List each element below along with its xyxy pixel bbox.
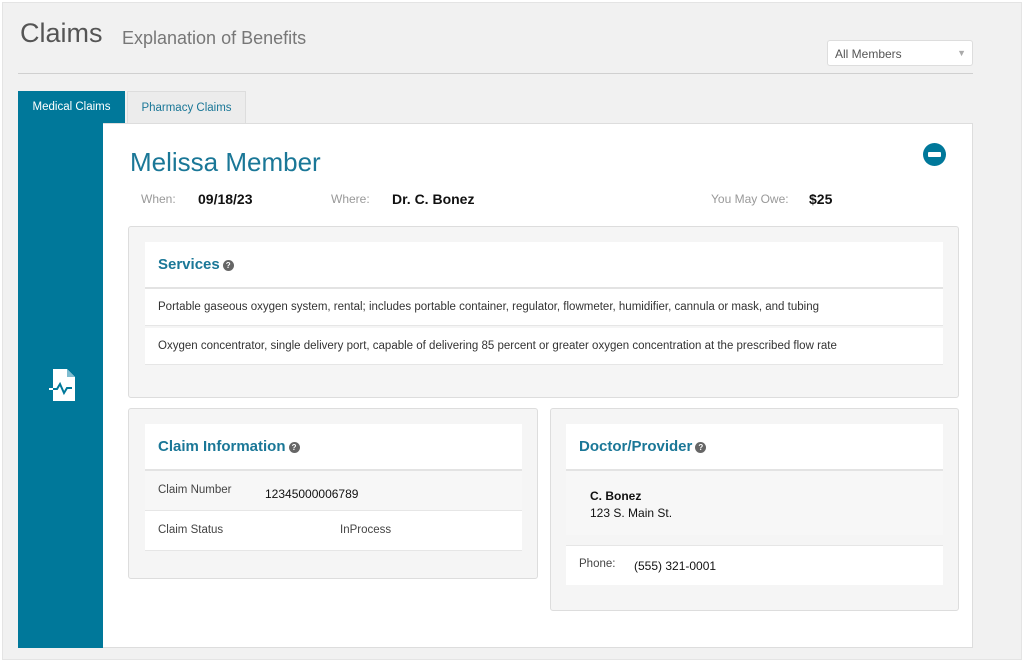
provider-address: C. Bonez 123 S. Main St. bbox=[566, 471, 943, 535]
page-subtitle: Explanation of Benefits bbox=[122, 28, 307, 48]
provider-phone-row: Phone: (555) 321-0001 bbox=[566, 545, 943, 585]
claim-number-row: Claim Number 12345000006789 bbox=[145, 471, 522, 511]
claim-number-value: 12345000006789 bbox=[265, 487, 359, 501]
provider-name: C. Bonez bbox=[590, 489, 642, 503]
claim-sidebar bbox=[18, 123, 103, 648]
owe-value: $25 bbox=[809, 191, 833, 207]
chevron-down-icon: ▼ bbox=[957, 48, 966, 58]
claim-status-row: Claim Status InProcess bbox=[145, 511, 522, 551]
when-value: 09/18/23 bbox=[198, 191, 253, 207]
provider-panel: Doctor/Provider? C. Bonez 123 S. Main St… bbox=[550, 408, 959, 611]
tab-medical-claims[interactable]: Medical Claims bbox=[18, 91, 125, 124]
phone-value[interactable]: (555) 321-0001 bbox=[634, 559, 716, 573]
where-label: Where: bbox=[331, 192, 370, 206]
help-icon[interactable]: ? bbox=[222, 260, 234, 271]
medical-document-icon bbox=[49, 369, 75, 401]
provider-title: Doctor/Provider bbox=[579, 438, 693, 455]
collapse-icon[interactable] bbox=[923, 143, 946, 166]
owe-label: You May Owe: bbox=[711, 192, 789, 206]
service-item: Oxygen concentrator, single delivery por… bbox=[145, 328, 943, 365]
services-panel: Services? Portable gaseous oxygen system… bbox=[128, 226, 959, 398]
services-header: Services? bbox=[145, 242, 943, 289]
claim-info-header: Claim Information? bbox=[145, 424, 522, 471]
provider-header: Doctor/Provider? bbox=[566, 424, 943, 471]
help-icon[interactable]: ? bbox=[695, 442, 707, 453]
claim-number-label: Claim Number bbox=[158, 484, 232, 496]
tab-pharmacy-claims[interactable]: Pharmacy Claims bbox=[127, 91, 246, 124]
provider-street: 123 S. Main St. bbox=[590, 506, 673, 520]
member-select-value: All Members bbox=[835, 47, 902, 61]
page-title: Claims bbox=[20, 18, 103, 48]
service-item: Portable gaseous oxygen system, rental; … bbox=[145, 289, 943, 326]
claim-info-title: Claim Information bbox=[158, 438, 286, 455]
claim-status-label: Claim Status bbox=[158, 524, 224, 536]
member-select[interactable]: All Members ▼ bbox=[827, 40, 973, 66]
member-name: Melissa Member bbox=[130, 147, 321, 177]
where-value: Dr. C. Bonez bbox=[392, 191, 475, 207]
services-title: Services bbox=[158, 256, 220, 273]
when-label: When: bbox=[141, 192, 176, 206]
claim-info-panel: Claim Information? Claim Number 12345000… bbox=[128, 408, 538, 579]
phone-label: Phone: bbox=[579, 558, 616, 570]
help-icon[interactable]: ? bbox=[288, 442, 300, 453]
divider bbox=[18, 73, 973, 74]
claim-status-value: InProcess bbox=[340, 524, 392, 536]
